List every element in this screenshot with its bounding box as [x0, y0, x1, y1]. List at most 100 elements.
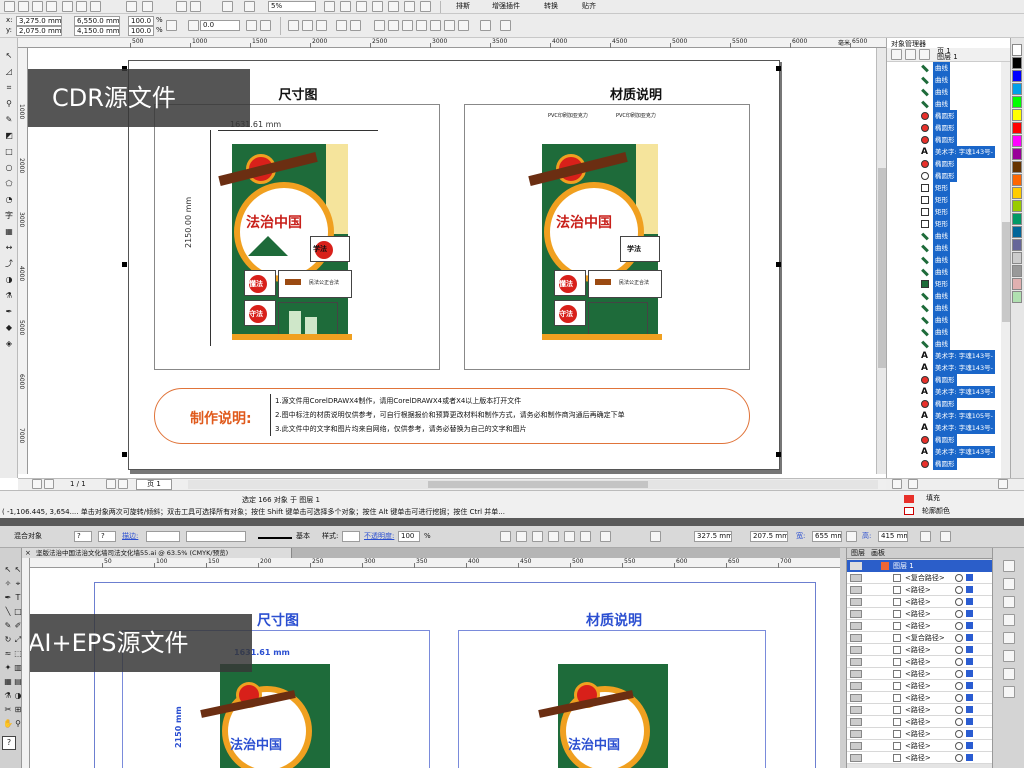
- ai-layer-row[interactable]: <路径>: [847, 596, 993, 608]
- polygon-tool-icon[interactable]: ⬠: [3, 178, 15, 190]
- ai-vertical-ruler[interactable]: [22, 558, 30, 768]
- eye-icon[interactable]: [850, 682, 862, 690]
- shape-tool-icon[interactable]: ◿: [3, 66, 15, 78]
- target-icon[interactable]: [955, 610, 963, 618]
- export-icon[interactable]: [190, 1, 201, 12]
- object-row[interactable]: A 美术字: 字魂143号-: [887, 350, 1001, 362]
- edit-across-layers-icon[interactable]: [905, 49, 916, 60]
- paste-snap-menu[interactable]: 贴齐: [582, 2, 596, 11]
- object-row[interactable]: 曲线: [887, 62, 1001, 74]
- table-tool-icon[interactable]: ▦: [3, 226, 15, 238]
- object-row[interactable]: 曲线: [887, 290, 1001, 302]
- ai-more-icon[interactable]: [940, 531, 951, 542]
- x-position-field[interactable]: 3,275.0 mm: [16, 16, 62, 26]
- pick-tool-icon[interactable]: ↖: [3, 50, 15, 62]
- ai-layer-row[interactable]: <路径>: [847, 620, 993, 632]
- show-properties-icon[interactable]: [891, 49, 902, 60]
- rectangle-tool-icon[interactable]: □: [3, 146, 15, 158]
- object-row[interactable]: A 美术字: 字魂143号-: [887, 362, 1001, 374]
- prev-page-icon[interactable]: [44, 479, 54, 489]
- ai-align-left-icon[interactable]: [500, 531, 511, 542]
- fill-tool-icon[interactable]: ◆: [3, 322, 15, 334]
- target-icon[interactable]: [955, 634, 963, 642]
- ai-h-field[interactable]: 415 mm: [878, 531, 908, 542]
- palette-swatch[interactable]: [1012, 252, 1022, 264]
- page-tab-1[interactable]: 页 1: [136, 479, 172, 490]
- mirror-v-icon[interactable]: [260, 20, 271, 31]
- palette-swatch[interactable]: [1012, 57, 1022, 69]
- zoom-fit-icon[interactable]: [356, 1, 367, 12]
- back-minus-front-icon[interactable]: [444, 20, 455, 31]
- ai-stroke-panel-icon[interactable]: [1003, 632, 1015, 644]
- target-icon[interactable]: [955, 574, 963, 582]
- ai-opacity-field[interactable]: 100: [398, 531, 420, 542]
- ai-doc-tab-close-icon[interactable]: ×: [25, 548, 31, 558]
- target-icon[interactable]: [955, 706, 963, 714]
- object-row[interactable]: 椭圆形: [887, 398, 1001, 410]
- palette-swatch[interactable]: [1012, 83, 1022, 95]
- smart-fill-icon[interactable]: ◩: [3, 130, 15, 142]
- ai-layer-header[interactable]: 图层 1: [847, 560, 993, 572]
- ai-canvas[interactable]: 尺寸图 材质说明 1631.61 mm 2150 mm 法治中国 法治中国 AI…: [30, 568, 840, 768]
- ai-w-field[interactable]: 655 mm: [812, 531, 842, 542]
- object-list-scroll-thumb[interactable]: [1002, 222, 1010, 322]
- target-icon[interactable]: [955, 586, 963, 594]
- object-row[interactable]: A 美术字: 字魂143号-: [887, 386, 1001, 398]
- ai-align-center-icon[interactable]: [516, 531, 527, 542]
- ai-layer-row[interactable]: <路径>: [847, 692, 993, 704]
- ai-fill-dropdown[interactable]: ?: [74, 531, 92, 542]
- object-row[interactable]: 矩形: [887, 278, 1001, 290]
- ai-layer-visibility-icon[interactable]: [850, 562, 862, 570]
- angle-field[interactable]: 0.0: [200, 20, 240, 31]
- ai-tab-layers[interactable]: 图层: [851, 548, 865, 559]
- scale-y-field[interactable]: 100.0: [128, 26, 154, 36]
- eye-icon[interactable]: [850, 586, 862, 594]
- paste-icon[interactable]: [90, 1, 101, 12]
- ai-doc-tab[interactable]: × 坚版法治中国法治文化墙司法文化墙55.ai @ 63.5% (CMYK/预览…: [22, 548, 292, 558]
- eye-icon[interactable]: [850, 706, 862, 714]
- ai-constrain-icon[interactable]: [846, 531, 857, 542]
- target-icon[interactable]: [955, 670, 963, 678]
- eye-icon[interactable]: [850, 598, 862, 606]
- cut-icon[interactable]: [62, 1, 73, 12]
- break-apart-icon[interactable]: [350, 20, 361, 31]
- ai-line-style[interactable]: 基本: [296, 532, 310, 541]
- target-icon[interactable]: [955, 718, 963, 726]
- save-icon[interactable]: [32, 1, 43, 12]
- front-minus-back-icon[interactable]: [430, 20, 441, 31]
- eye-icon[interactable]: [850, 718, 862, 726]
- eye-icon[interactable]: [850, 730, 862, 738]
- basic-shapes-icon[interactable]: ◔: [3, 194, 15, 206]
- ai-layer-row[interactable]: <路径>: [847, 608, 993, 620]
- ai-y-field[interactable]: 207.5 mm: [750, 531, 788, 542]
- blend-tool-icon[interactable]: ◑: [3, 274, 15, 286]
- eye-icon[interactable]: [850, 574, 862, 582]
- object-row[interactable]: 曲线: [887, 230, 1001, 242]
- combine-icon[interactable]: [336, 20, 347, 31]
- palette-swatch[interactable]: [1012, 291, 1022, 303]
- zoom-page-icon[interactable]: [372, 1, 383, 12]
- ai-layer-row[interactable]: <路径>: [847, 716, 993, 728]
- eye-icon[interactable]: [850, 658, 862, 666]
- ai-transform-icon[interactable]: [920, 531, 931, 542]
- ai-layer-list[interactable]: <复合路径> <路径> <路径> <路径> <路径> <复合路径> <路径> <路径> <路径>…: [847, 572, 993, 768]
- eye-icon[interactable]: [850, 742, 862, 750]
- ai-layer-row[interactable]: <路径>: [847, 656, 993, 668]
- ai-tab-artboards[interactable]: 画板: [871, 548, 885, 559]
- delete-layer-icon[interactable]: [998, 479, 1008, 489]
- boundary-icon[interactable]: [458, 20, 469, 31]
- palette-swatch[interactable]: [1012, 200, 1022, 212]
- eye-icon[interactable]: [850, 634, 862, 642]
- new-layer-icon[interactable]: [892, 479, 902, 489]
- zoom-in-icon[interactable]: [324, 1, 335, 12]
- plugin-menu[interactable]: 增强插件: [492, 2, 520, 11]
- last-page-icon[interactable]: [118, 479, 128, 489]
- ai-horizontal-ruler[interactable]: 50 100 150 200 250 300 350 400 450 500 550 600 650 70…: [30, 558, 840, 568]
- align-icon[interactable]: [480, 20, 491, 31]
- first-page-icon[interactable]: [32, 479, 42, 489]
- ai-stroke-dropdown[interactable]: ?: [98, 531, 116, 542]
- palette-swatch[interactable]: [1012, 278, 1022, 290]
- height-field[interactable]: 4,150.0 mm: [74, 26, 120, 36]
- outline-icon[interactable]: [500, 20, 511, 31]
- object-row[interactable]: A 美术字: 字魂105号-: [887, 410, 1001, 422]
